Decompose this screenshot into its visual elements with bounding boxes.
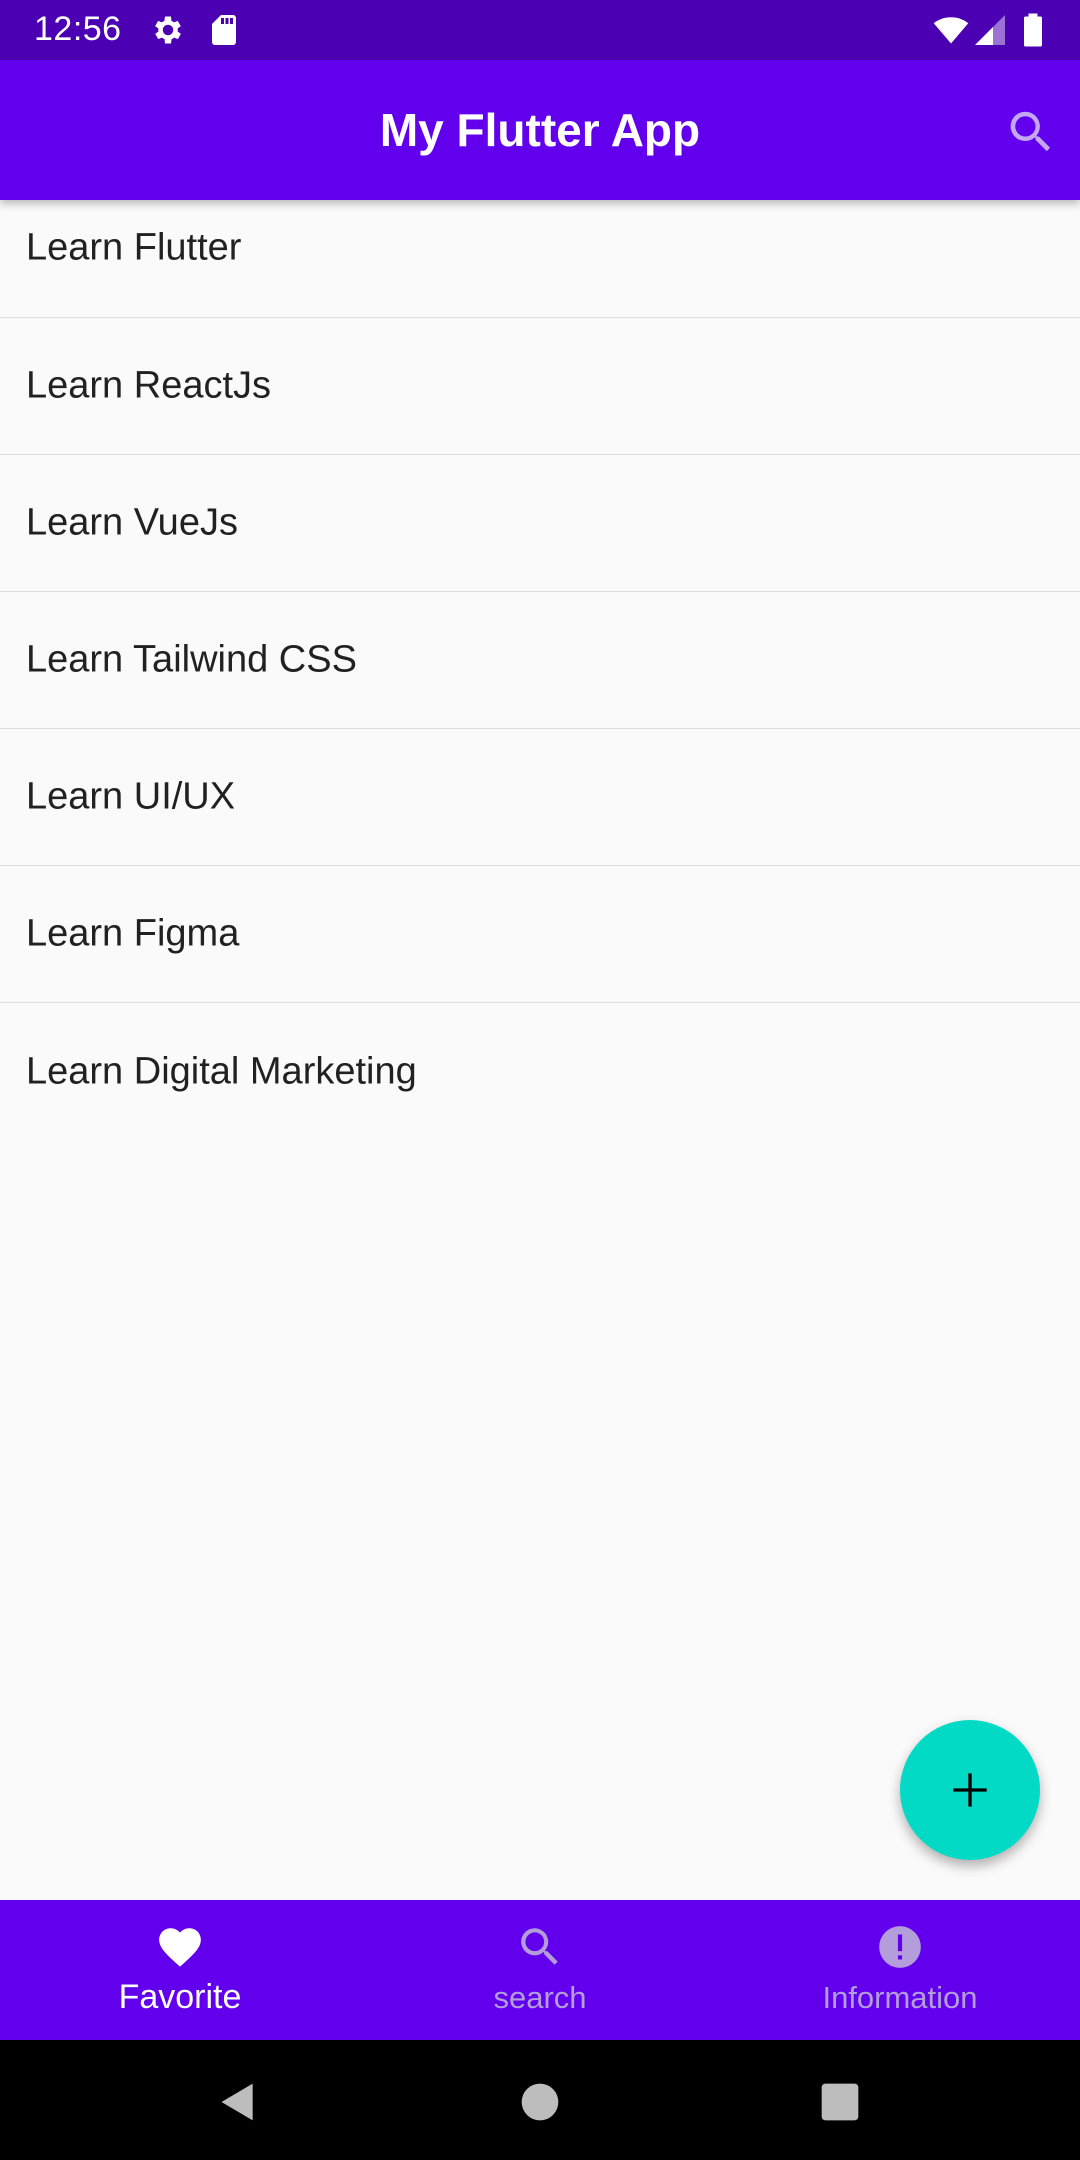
nav-label: search (493, 1980, 587, 2015)
list-item[interactable]: Learn Figma (0, 866, 1080, 1003)
list-item-label: Learn Digital Marketing (26, 1050, 417, 1092)
bottom-navigation: Favorite search Information (0, 1900, 1080, 2040)
page-title: My Flutter App (379, 104, 701, 156)
recents-icon[interactable] (818, 2080, 862, 2124)
list-item[interactable]: Learn Tailwind CSS (0, 592, 1080, 729)
status-time: 12:56 (34, 10, 122, 48)
app-bar: My Flutter App (0, 60, 1080, 200)
sd-card-icon (212, 15, 236, 45)
course-list: Learn Flutter Learn ReactJs Learn VueJs … (0, 200, 1080, 1140)
nav-item-favorite[interactable]: Favorite (0, 1900, 360, 2040)
search-icon[interactable] (1004, 105, 1058, 159)
list-item-label: Learn Figma (26, 912, 240, 955)
status-bar: 12:56 (0, 0, 1080, 60)
gear-icon (155, 16, 181, 44)
add-button[interactable] (900, 1720, 1040, 1860)
list-item-label: Learn Tailwind CSS (26, 638, 357, 681)
info-icon (879, 1926, 921, 1968)
plus-icon (953, 1773, 987, 1807)
list-item[interactable]: Learn UI/UX (0, 729, 1080, 866)
nav-label: Favorite (118, 1978, 242, 2016)
list-item-label: Learn UI/UX (26, 775, 236, 818)
back-icon[interactable] (216, 2080, 260, 2124)
nav-item-information[interactable]: Information (720, 1900, 1080, 2040)
home-icon[interactable] (518, 2080, 562, 2124)
heart-icon (159, 1928, 201, 1967)
list-item[interactable]: Learn Flutter (0, 200, 1080, 318)
wifi-icon (933, 17, 969, 44)
list-item[interactable]: Learn Digital Marketing (0, 1003, 1080, 1140)
nav-label: Information (822, 1980, 978, 2015)
battery-icon (1024, 13, 1042, 47)
list-item-label: Learn ReactJs (26, 364, 272, 407)
search-icon (521, 1928, 558, 1965)
list-item-label: Learn VueJs (26, 501, 238, 544)
nav-item-search[interactable]: search (360, 1900, 720, 2040)
signal-icon (975, 15, 1005, 45)
list-item[interactable]: Learn ReactJs (0, 318, 1080, 455)
list-item-label: Learn Flutter (26, 226, 242, 269)
system-navigation-bar (0, 2040, 1080, 2160)
list-item[interactable]: Learn VueJs (0, 455, 1080, 592)
